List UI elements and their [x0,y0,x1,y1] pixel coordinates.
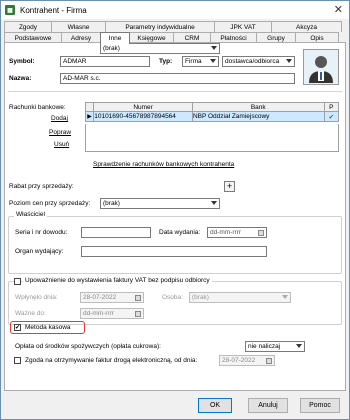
osoba-value: (brak) [192,294,209,301]
poziom-value: (brak) [103,200,120,207]
nazwa-label: Nazwa: [9,75,32,82]
typ-value: Firma [185,58,202,65]
help-button[interactable]: Pomoc [300,398,340,413]
wazne-label: Ważne do: [15,310,46,317]
zgoda-checkbox[interactable] [14,357,21,364]
chevron-down-icon [211,201,217,205]
chevron-down-icon [211,46,217,50]
table-header: Numer Bank P [84,102,340,112]
window-title: Kontrahent - Firma [20,5,87,15]
symbol-input[interactable]: ADMAR [60,56,150,67]
bank-add-link[interactable]: Dodaj [51,115,68,122]
contractor-window: ▦ Kontrahent - Firma ✕ Zgody Własne Para… [0,0,350,420]
chevron-down-icon [210,59,216,63]
poziom-select[interactable]: (brak) [100,198,220,209]
column-p[interactable]: P [323,102,340,112]
calendar-icon[interactable] [258,230,264,236]
bank-delete-link[interactable]: Usuń [54,141,69,148]
bank-check-link[interactable]: Sprawdzenie rachunków bankowych kontrahe… [93,161,234,168]
data-wydania-input[interactable]: dd-mm-rrrr [207,227,267,238]
wplynelo-value: 28-07-2022 [83,294,117,301]
row-marker-icon: ▶ [84,111,95,122]
tab-jpk-vat[interactable]: JPK VAT [214,21,272,32]
osoba-select[interactable]: (brak) [189,292,291,303]
account-bank[interactable]: NBP Oddział Zamiejscowy [191,111,325,122]
authorization-group [8,281,342,325]
calendar-icon[interactable] [135,311,141,317]
chevron-down-icon [296,344,302,348]
metoda-kasowa-checkbox[interactable]: ✔ [14,324,21,331]
calendar-icon[interactable] [135,295,141,301]
zgoda-label: Zgoda na otrzymywanie faktur drogą elekt… [25,357,198,364]
column-numer[interactable]: Numer [93,102,193,112]
cancel-button[interactable]: Anuluj [248,398,288,413]
symbol-label: Symbol: [9,58,35,65]
typ-label: Typ: [159,58,173,65]
authorization-checkbox[interactable] [14,278,21,285]
osoba-label: Osoba: [162,294,183,301]
organ-input[interactable] [81,246,267,257]
wazne-input[interactable]: dd-mm-rrrr [80,308,144,319]
organ-label: Organ wydający: [15,248,64,255]
oplata-select[interactable]: nie naliczaj [245,341,305,352]
wplynelo-input[interactable]: 28-07-2022 [80,292,144,303]
poziom-label: Poziom cen przy sprzedaży: [9,200,91,207]
role-select[interactable]: dostawca/odbiorca [222,56,295,67]
tabs-row-top: Zgody Własne Parametry indywidualne JPK … [4,21,342,32]
seria-input[interactable] [81,227,151,238]
oplata-label: Opłata od środków spożywczych (opłata cu… [15,343,161,350]
bank-edit-link[interactable]: Popraw [49,129,71,136]
rabat-select[interactable]: (brak) [100,43,220,54]
bank-table-empty-area [85,124,339,152]
close-icon[interactable]: ✕ [334,3,343,16]
tab-wlasne[interactable]: Własne [51,21,106,32]
owner-legend: Właściciel [14,211,47,218]
bank-accounts-table: Numer Bank P ▶ 10101690-45678987894564 N… [84,102,340,122]
oplata-value: nie naliczaj [248,343,281,350]
authorization-legend: Upoważnienie do wystawienia faktury VAT … [23,277,212,284]
rabat-label: Rabat przy sprzedaży: [9,183,74,190]
title-bar: ▦ Kontrahent - Firma ✕ [1,1,349,19]
check-icon[interactable]: ✔ [323,111,340,122]
person-icon [309,56,333,83]
wplynelo-label: Wpłynęło dnia: [15,294,58,301]
bank-accounts-label: Rachunki bankowe: [9,104,66,111]
metoda-kasowa-label[interactable]: Metoda kasowa [25,324,71,331]
tab-akcyza[interactable]: Akcyza [271,21,342,32]
table-row[interactable]: ▶ 10101690-45678987894564 NBP Oddział Za… [84,111,340,122]
ok-button[interactable]: OK [198,398,232,413]
calendar-icon[interactable] [266,358,272,364]
chevron-down-icon [282,295,288,299]
app-icon: ▦ [5,5,15,15]
zgoda-date-value: 28-07-2022 [222,357,256,364]
owner-group [8,216,342,274]
column-bank[interactable]: Bank [191,102,325,112]
account-number[interactable]: 10101690-45678987894564 [93,111,193,122]
wazne-value: dd-mm-rrrr [83,310,115,317]
data-wydania-value: dd-mm-rrrr [210,229,242,236]
tab-zgody[interactable]: Zgody [4,21,52,32]
rabat-value: (brak) [103,45,120,52]
chevron-down-icon [286,59,292,63]
tab-panel-inne: Symbol: ADMAR Typ: Firma dostawca/odbior… [4,42,346,391]
role-value: dostawca/odbiorca [225,58,280,65]
zgoda-date-input[interactable]: 28-07-2022 [219,355,275,366]
avatar[interactable] [303,49,339,85]
typ-select[interactable]: Firma [182,56,219,67]
nazwa-input[interactable]: AD-MAR s.c. [60,73,295,84]
data-wydania-label: Data wydania: [159,229,201,236]
divider [8,91,342,92]
seria-label: Seria i nr dowodu: [15,229,68,236]
tab-inne[interactable]: Inne [100,32,130,44]
tab-parametry[interactable]: Parametry indywidualne [105,21,215,32]
add-rabat-button[interactable]: + [224,181,235,192]
